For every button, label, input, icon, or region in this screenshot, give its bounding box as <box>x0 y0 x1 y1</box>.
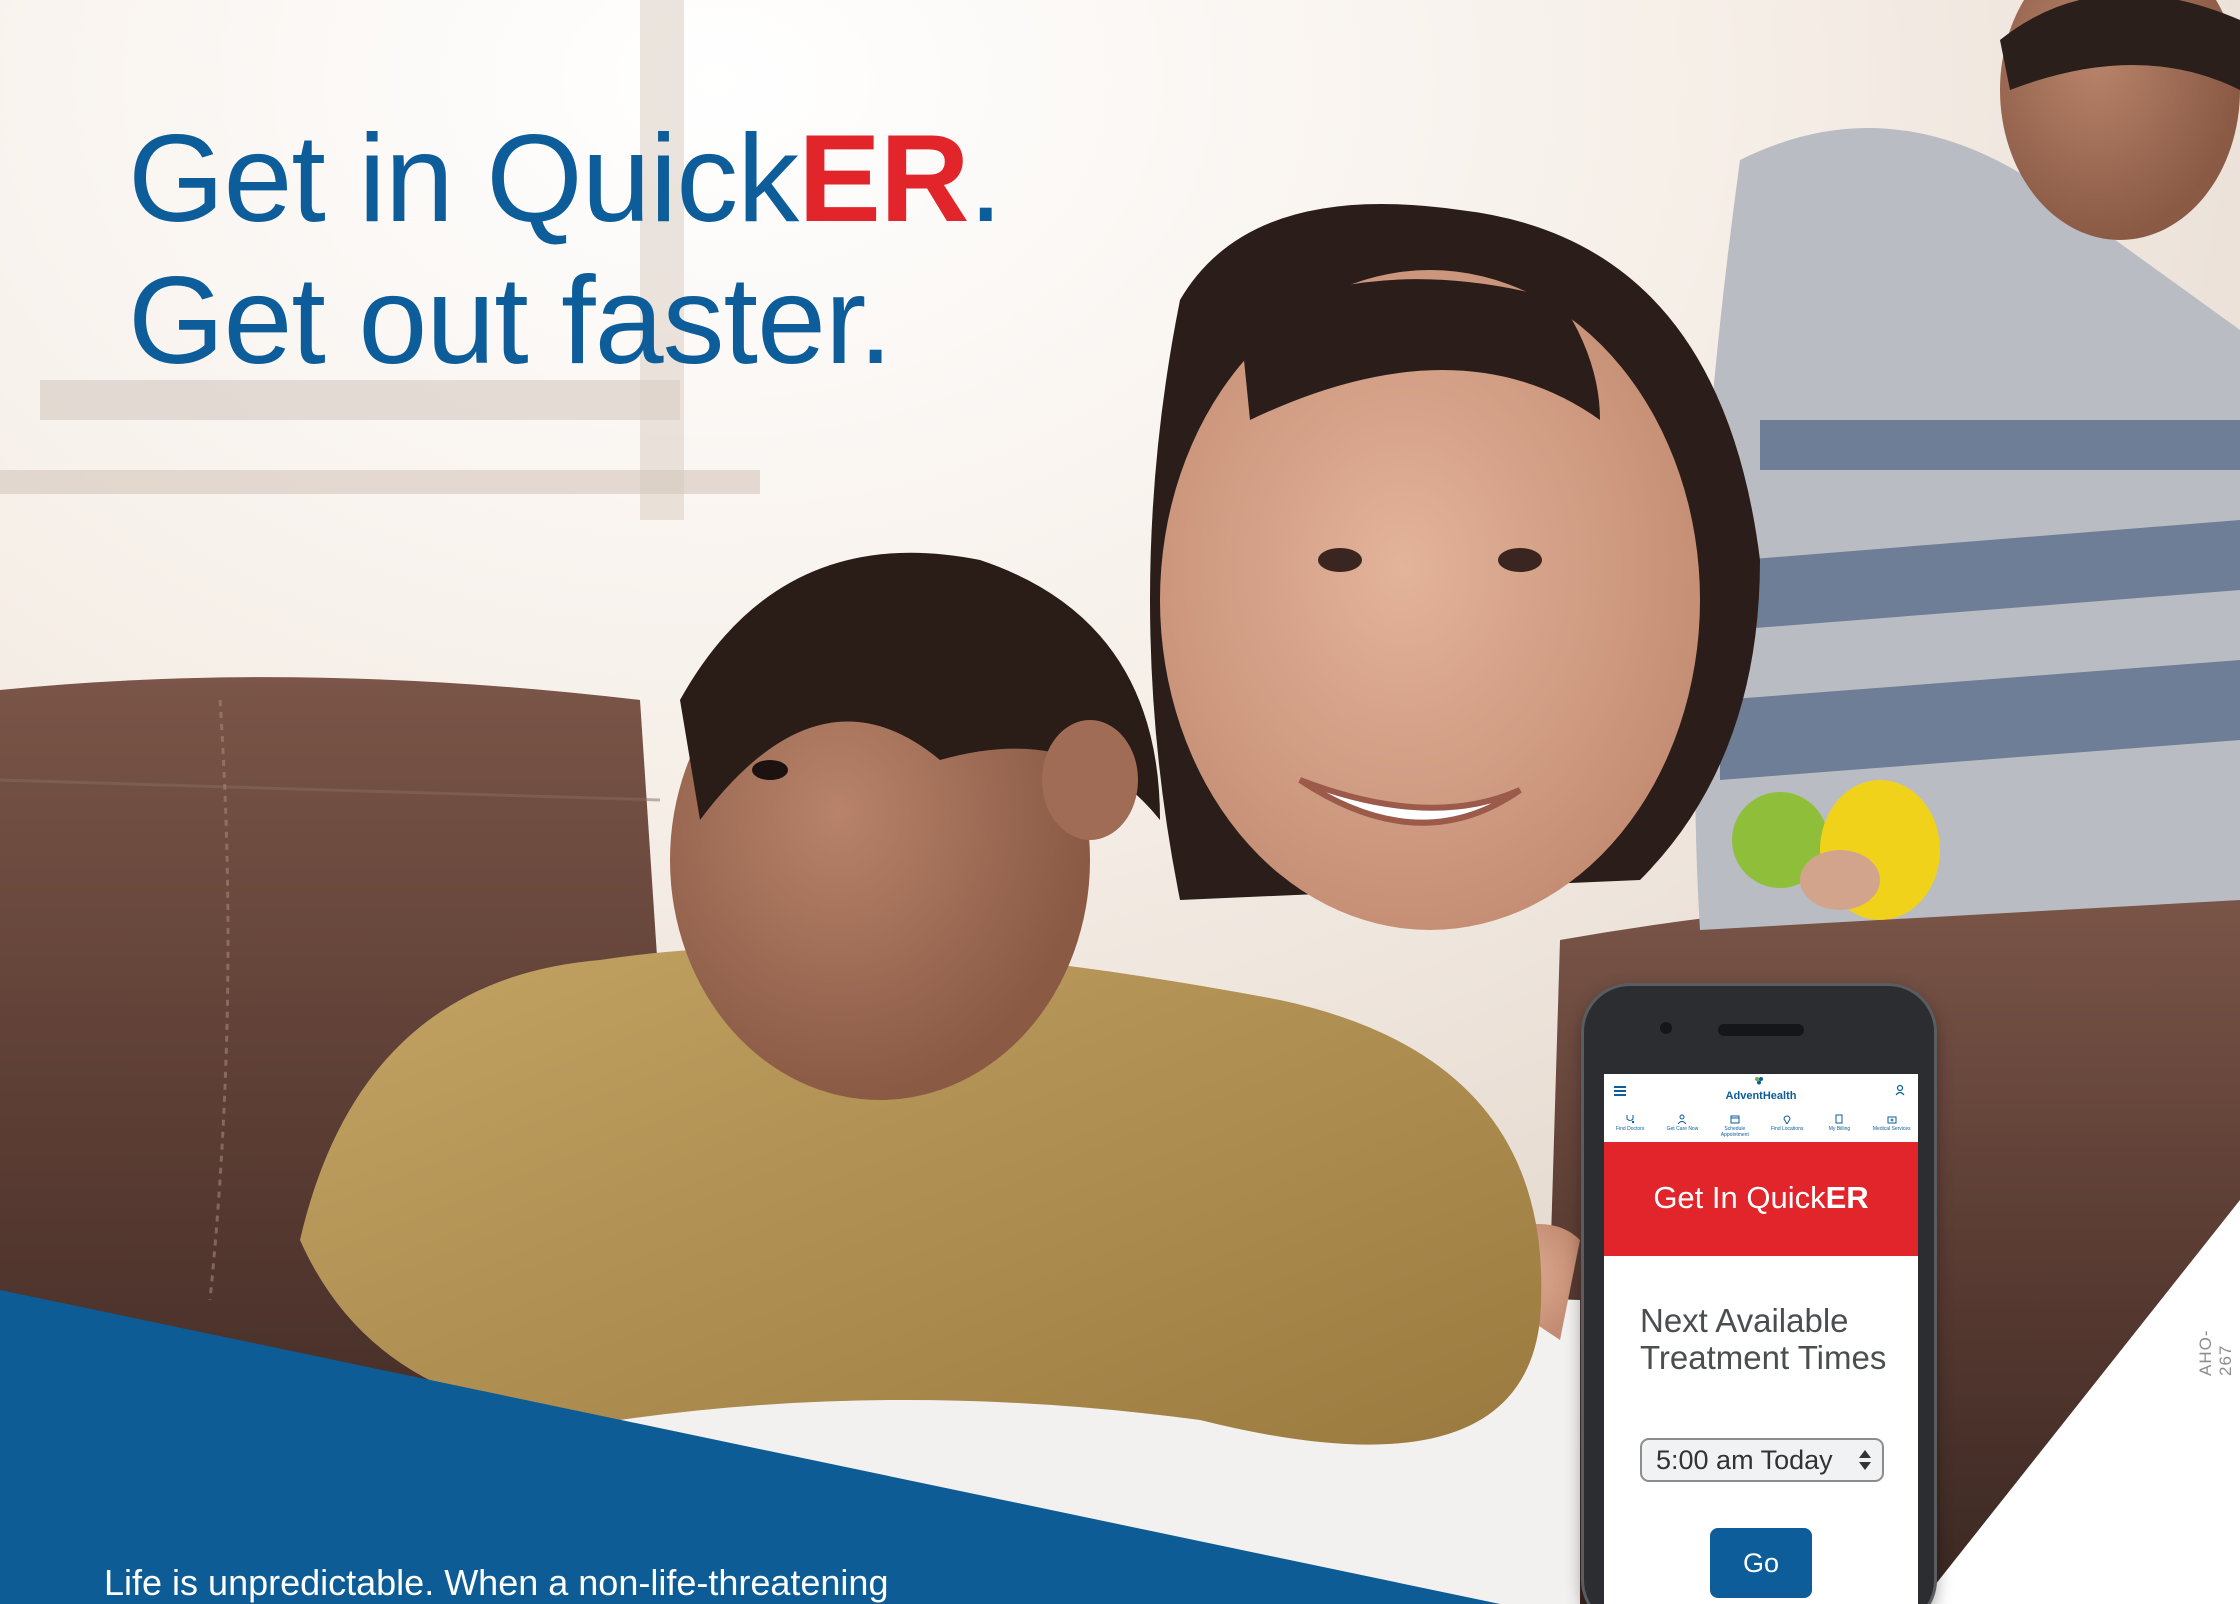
calendar-icon <box>1730 1115 1740 1124</box>
nav-label: Get Care Now <box>1666 1126 1699 1132</box>
nav-label: Medical Services <box>1872 1126 1911 1132</box>
nav-item-schedule-appointment[interactable]: Schedule Appointment <box>1710 1110 1760 1140</box>
app-header: AdventHealth <box>1604 1074 1918 1110</box>
quicker-banner: Get In QuickER <box>1604 1142 1918 1256</box>
phone-camera <box>1660 1022 1672 1034</box>
headline-prefix: Get in Quick <box>128 110 799 248</box>
headline-emphasis: ER <box>798 110 969 248</box>
banner-prefix: Get In Quick <box>1653 1180 1826 1215</box>
location-pin-icon <box>1783 1115 1791 1124</box>
headline: Get in QuickER. Get out faster. <box>128 108 1003 392</box>
nav-item-get-care-now[interactable]: Get Care Now <box>1657 1110 1707 1140</box>
headline-line-2: Get out faster. <box>128 252 893 390</box>
phone-speaker <box>1718 1024 1804 1036</box>
banner-title: Get In QuickER <box>1604 1180 1918 1216</box>
headline-suffix: . <box>968 110 1003 248</box>
treatment-time-select[interactable]: 5:00 am Today <box>1640 1438 1884 1482</box>
nav-label: Find Doctors <box>1615 1126 1645 1132</box>
document-code: AHO-267 <box>2196 1329 2235 1377</box>
brand-name: AdventHealth <box>1725 1090 1797 1102</box>
headline-line-1: Get in QuickER. <box>128 108 1003 250</box>
phone-mockup: AdventHealth Find Doctors Get Care Now S… <box>1584 986 1934 1604</box>
stethoscope-icon <box>1626 1115 1635 1124</box>
go-button[interactable]: Go <box>1710 1528 1812 1598</box>
nav-label: Schedule Appointment <box>1720 1126 1749 1138</box>
up-down-arrows-icon <box>1859 1450 1871 1470</box>
user-account-icon[interactable] <box>1894 1084 1906 1096</box>
document-icon <box>1835 1114 1843 1124</box>
advent-health-logo-icon <box>1755 1077 1763 1085</box>
availability-title: Next Available Treatment Times <box>1640 1302 1887 1376</box>
medical-bag-icon <box>1887 1116 1897 1124</box>
nav-item-find-locations[interactable]: Find Locations <box>1762 1110 1812 1140</box>
ad-scene: Get in QuickER. Get out faster. Life is … <box>0 0 2240 1604</box>
app-nav: Find Doctors Get Care Now Schedule Appoi… <box>1604 1110 1918 1140</box>
phone-screen: AdventHealth Find Doctors Get Care Now S… <box>1604 1074 1918 1604</box>
banner-emphasis: ER <box>1825 1180 1869 1215</box>
nav-label: Find Locations <box>1770 1126 1804 1132</box>
nav-item-my-billing[interactable]: My Billing <box>1814 1110 1864 1140</box>
person-icon <box>1678 1114 1687 1124</box>
selected-time: 5:00 am Today <box>1656 1445 1833 1475</box>
nav-item-find-doctors[interactable]: Find Doctors <box>1605 1110 1655 1140</box>
body-copy: Life is unpredictable. When a non-life-t… <box>104 1562 889 1603</box>
nav-label: My Billing <box>1828 1126 1851 1132</box>
nav-item-medical-services[interactable]: Medical Services <box>1867 1110 1917 1140</box>
